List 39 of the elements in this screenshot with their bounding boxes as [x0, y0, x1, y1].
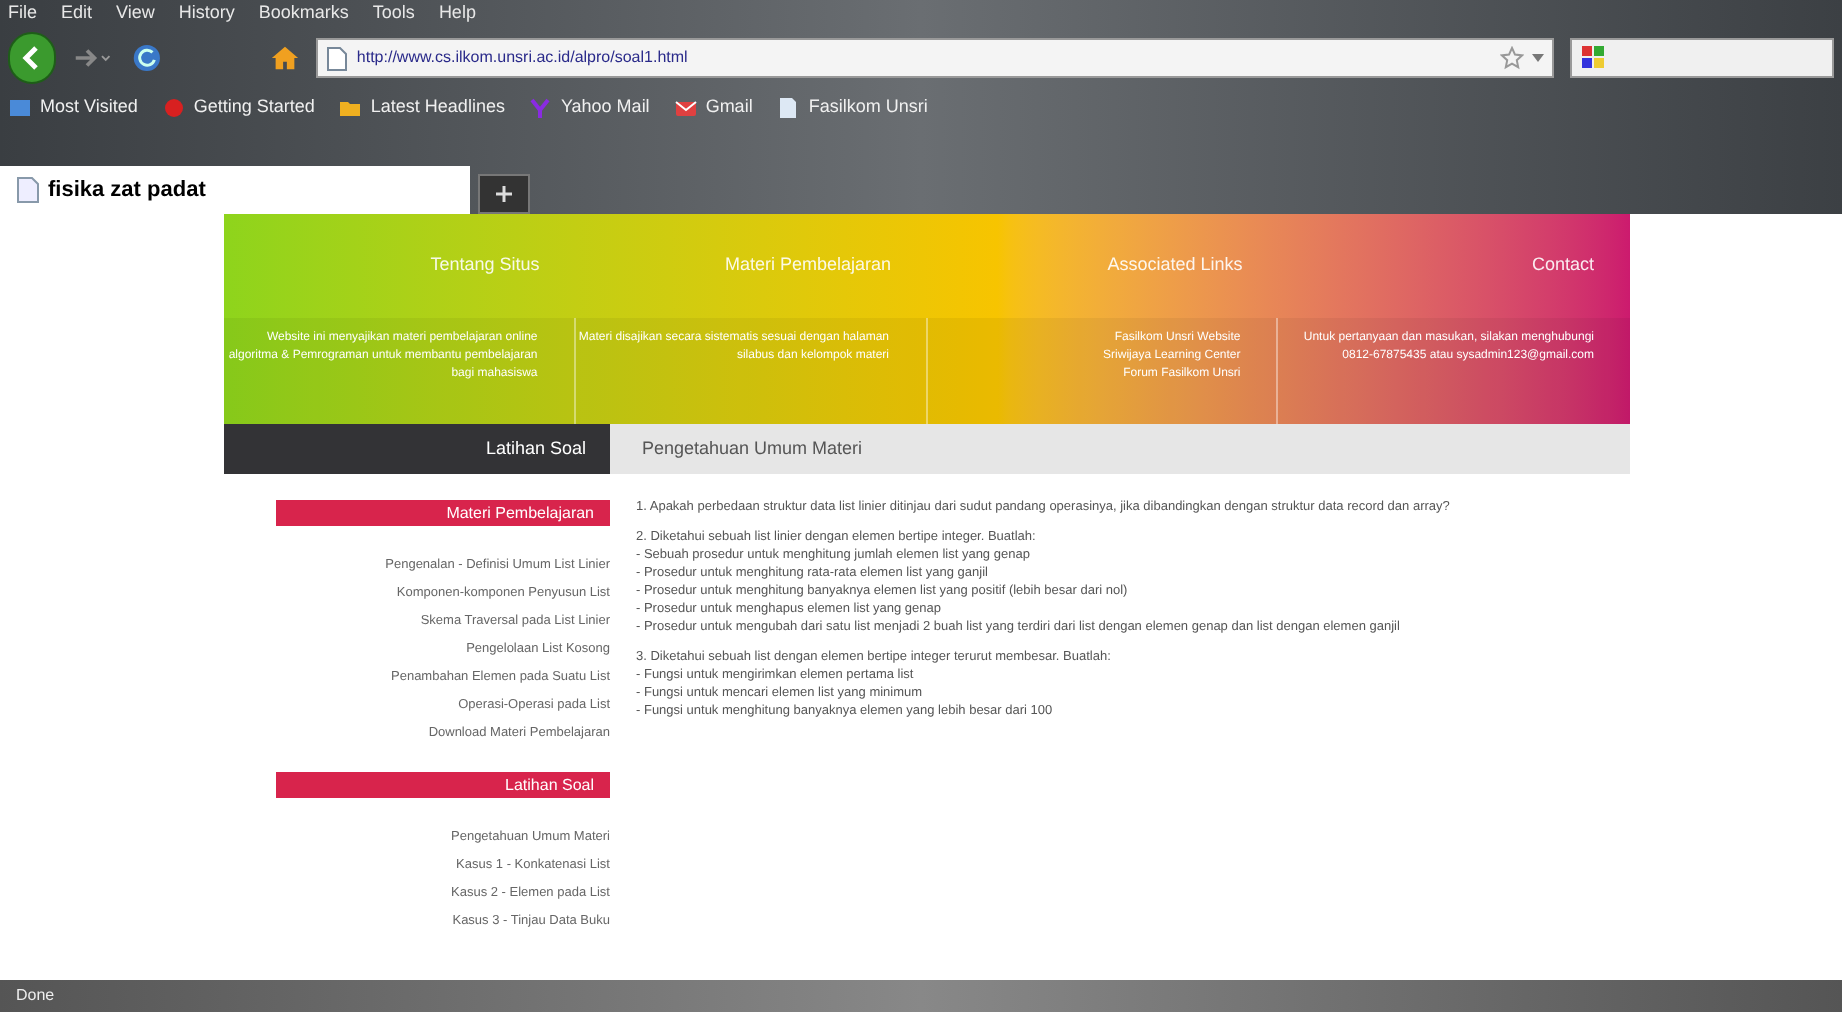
back-button[interactable]: [8, 32, 57, 84]
dot-icon: [161, 96, 186, 120]
page-icon: [326, 45, 349, 71]
section-title: Pengetahuan Umum Materi: [642, 435, 863, 462]
menu-item[interactable]: Help: [438, 0, 476, 28]
url-text: http://www.cs.ilkom.unsri.ac.id/alpro/soal1.html: [356, 46, 690, 70]
envelope-icon: [673, 96, 698, 120]
status-text: Done: [16, 984, 55, 1008]
bookmark-link[interactable]: Most Visited: [40, 94, 138, 122]
column-heading[interactable]: Contact: [1531, 252, 1594, 280]
menu-item[interactable]: File: [8, 0, 38, 28]
section-title: Latihan Soal: [485, 435, 586, 462]
reload-icon[interactable]: [130, 40, 164, 76]
sidebar-heading: Latihan Soal: [505, 773, 594, 797]
browser-tab[interactable]: fisika zat padat: [0, 166, 470, 214]
bookmark-link[interactable]: Gmail: [705, 94, 753, 122]
sidebar-heading: Materi Pembelajaran: [446, 501, 594, 525]
bookmarks-icon: [8, 96, 32, 120]
search-field[interactable]: [1570, 38, 1834, 78]
menu-item[interactable]: Bookmarks: [258, 0, 349, 28]
menu-item[interactable]: History: [178, 0, 235, 28]
menu-item[interactable]: Edit: [61, 0, 93, 28]
bookmark-link[interactable]: Fasilkom Unsri: [808, 94, 928, 122]
page-icon: [776, 96, 801, 120]
dropdown-caret-icon[interactable]: [1532, 54, 1545, 62]
new-tab-button[interactable]: [478, 174, 530, 214]
folder-icon: [338, 96, 363, 120]
forward-arrow-icon[interactable]: [72, 46, 115, 70]
bookmark-link[interactable]: Latest Headlines: [370, 94, 505, 122]
menu-item[interactable]: View: [116, 0, 155, 28]
plus-icon: [496, 186, 512, 202]
bookmark-link[interactable]: Yahoo Mail: [560, 94, 650, 122]
home-icon[interactable]: [270, 42, 301, 74]
address-field[interactable]: http://www.cs.ilkom.unsri.ac.id/alpro/soal1.html: [316, 38, 1555, 78]
menu-item[interactable]: Tools: [372, 0, 415, 28]
y-logo-icon: [528, 96, 553, 120]
bookmark-link[interactable]: Getting Started: [193, 94, 315, 122]
star-icon[interactable]: [1500, 46, 1525, 70]
page-icon: [16, 176, 40, 204]
